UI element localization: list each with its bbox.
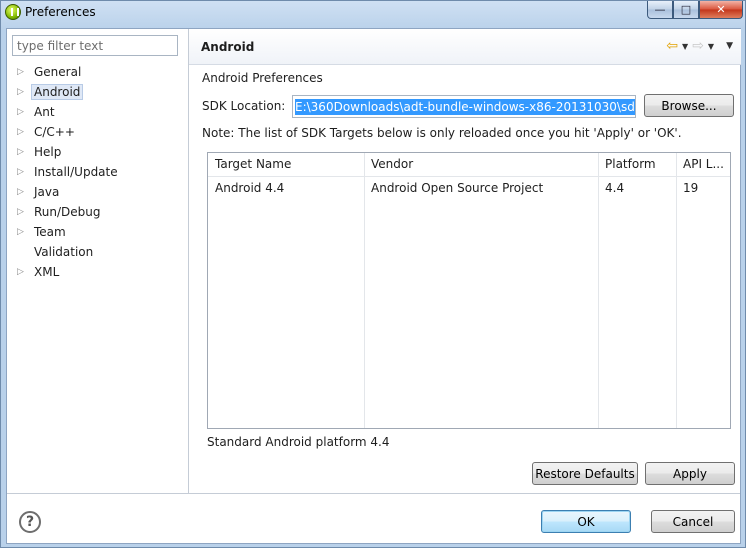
tree-item-java[interactable]: ▷ Java xyxy=(17,182,121,202)
table-header: Target Name Vendor Platform API L... xyxy=(208,153,730,177)
window-controls: — □ ✕ xyxy=(647,1,743,19)
tree-item-run-debug[interactable]: ▷ Run/Debug xyxy=(17,202,121,222)
expand-arrow-icon[interactable]: ▷ xyxy=(17,262,31,282)
column-header-platform[interactable]: Platform xyxy=(598,153,676,175)
page-header: Android ⇦ ▼ ⇨ ▼ ▼ xyxy=(189,29,741,65)
expand-arrow-icon[interactable]: ▷ xyxy=(17,62,31,82)
cell-vendor: Android Open Source Project xyxy=(371,181,544,195)
expand-arrow-icon[interactable]: ▷ xyxy=(17,182,31,202)
forward-arrow-icon[interactable]: ⇨ xyxy=(692,39,704,53)
back-arrow-icon[interactable]: ⇦ xyxy=(666,39,678,53)
tree-item-xml[interactable]: ▷ XML xyxy=(17,262,121,282)
ok-button[interactable]: OK xyxy=(541,510,631,533)
tree-item-ant[interactable]: ▷ Ant xyxy=(17,102,121,122)
help-icon[interactable]: ? xyxy=(19,511,41,533)
restore-defaults-button[interactable]: Restore Defaults xyxy=(532,462,638,485)
cancel-button[interactable]: Cancel xyxy=(651,510,735,533)
expand-arrow-icon[interactable]: ▷ xyxy=(17,122,31,142)
title-bar: Preferences — □ ✕ xyxy=(1,1,745,27)
maximize-button[interactable]: □ xyxy=(673,1,699,19)
page-title: Android xyxy=(201,40,255,54)
tree-item-team[interactable]: ▷ Team xyxy=(17,222,121,242)
cell-target-name: Android 4.4 xyxy=(215,181,285,195)
filter-input[interactable] xyxy=(12,35,178,56)
browse-button[interactable]: Browse... xyxy=(644,94,734,117)
expand-arrow-icon[interactable]: ▷ xyxy=(17,102,31,122)
cell-platform: 4.4 xyxy=(605,181,625,195)
window-title: Preferences xyxy=(25,5,96,19)
section-title: Android Preferences xyxy=(202,71,323,85)
preference-tree: ▷ General ▷ Android ▷ Ant ▷ C/C++ ▷ Help ▷ Ins… xyxy=(17,62,121,282)
cell-api-level: 19 xyxy=(683,181,699,195)
tree-item-cpp[interactable]: ▷ C/C++ xyxy=(17,122,121,142)
sdk-targets-table: Target Name Vendor Platform API L... And… xyxy=(207,152,731,429)
expand-arrow-icon[interactable]: ▷ xyxy=(17,222,31,242)
eclipse-app-icon xyxy=(5,4,21,20)
dialog-content: ▷General ▷Android ▷Ant ▷C/C++ ▷Help ▷Ins… xyxy=(6,28,741,544)
expand-arrow-icon[interactable]: ▷ xyxy=(17,162,31,182)
tree-item-validation[interactable]: Validation xyxy=(17,242,121,262)
expand-arrow-icon[interactable]: ▷ xyxy=(17,142,31,162)
tree-item-general[interactable]: ▷ General xyxy=(17,62,121,82)
column-header-vendor[interactable]: Vendor xyxy=(364,153,598,175)
column-header-target-name[interactable]: Target Name xyxy=(208,153,364,175)
tree-item-help[interactable]: ▷ Help xyxy=(17,142,121,162)
expand-arrow-icon[interactable]: ▷ xyxy=(17,202,31,222)
back-history-dropdown-icon[interactable]: ▼ xyxy=(682,42,688,51)
footer-divider xyxy=(7,493,740,494)
close-button[interactable]: ✕ xyxy=(699,1,743,19)
expand-arrow-icon[interactable]: ▷ xyxy=(17,82,31,102)
pane-splitter[interactable] xyxy=(188,29,189,493)
tree-item-install-update[interactable]: ▷ Install/Update xyxy=(17,162,121,182)
sdk-location-value: E:\360Downloads\adt-bundle-windows-x86-2… xyxy=(295,98,635,115)
sdk-location-label: SDK Location: xyxy=(202,99,286,113)
apply-button[interactable]: Apply xyxy=(645,462,735,485)
tree-item-android[interactable]: ▷ Android xyxy=(17,82,121,102)
column-header-api-level[interactable]: API L... xyxy=(676,153,730,175)
view-menu-icon[interactable]: ▼ xyxy=(726,41,733,51)
minimize-button[interactable]: — xyxy=(647,1,673,19)
reload-note: Note: The list of SDK Targets below is o… xyxy=(202,126,682,140)
sdk-location-input[interactable]: E:\360Downloads\adt-bundle-windows-x86-2… xyxy=(292,95,636,118)
preferences-window: Preferences — □ ✕ ▷General ▷Android ▷Ant… xyxy=(0,0,746,548)
history-navigation: ⇦ ▼ ⇨ ▼ ▼ xyxy=(666,39,733,53)
platform-description: Standard Android platform 4.4 xyxy=(207,435,390,449)
forward-history-dropdown-icon[interactable]: ▼ xyxy=(708,42,714,51)
